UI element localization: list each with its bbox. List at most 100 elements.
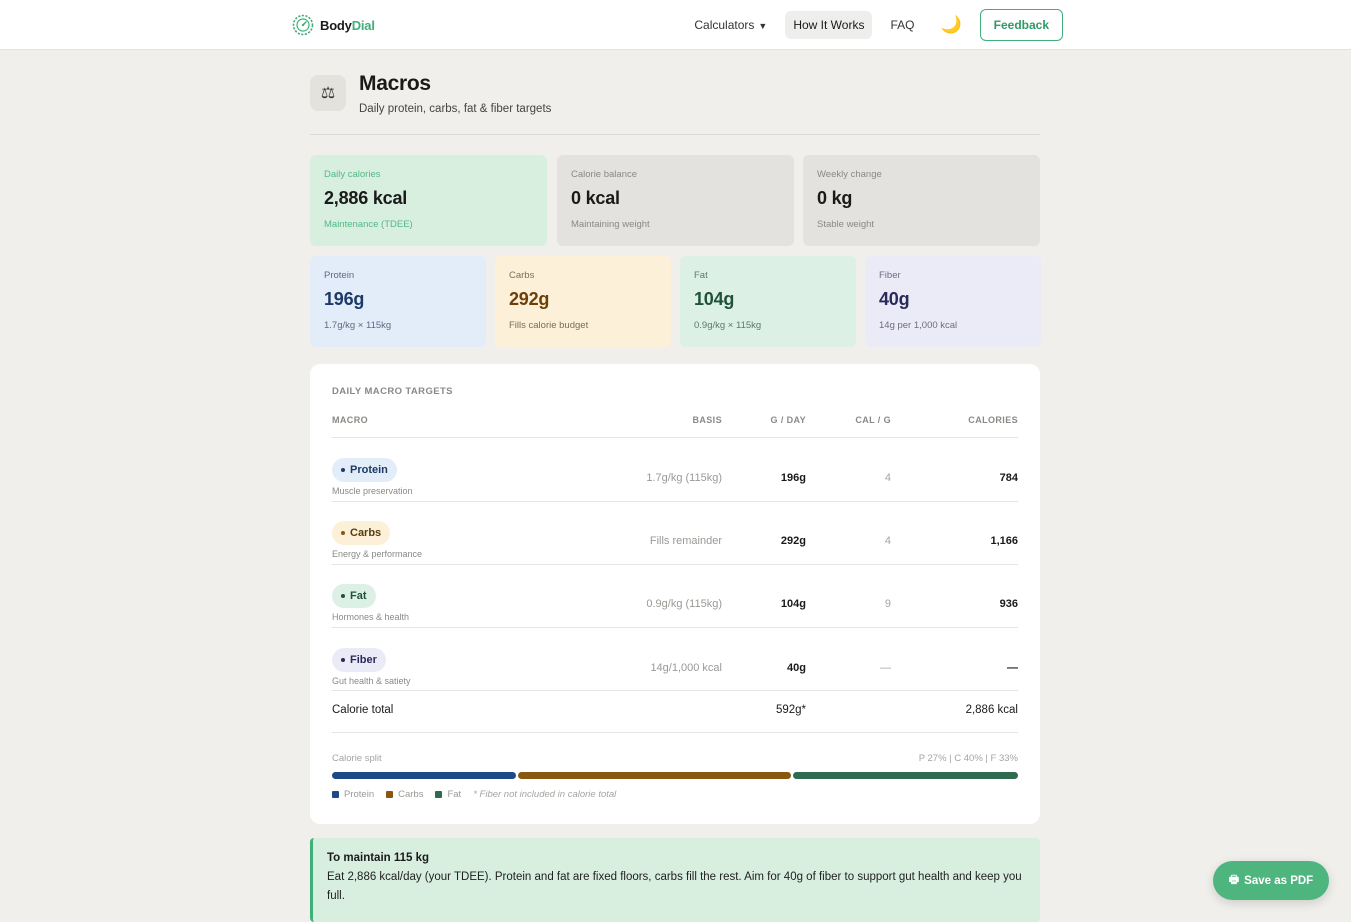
card-value: 0 kcal [571, 188, 620, 208]
cell-basis: 0.9g/kg (115kg) [646, 598, 722, 610]
fiber-footnote: * Fiber not included in calorie total [473, 789, 617, 800]
brand-logo-link[interactable]: BodyDial [292, 14, 375, 36]
table-row: Fiber Gut health & satiety 14g/1,000 kca… [310, 638, 1040, 701]
cell-basis: 14g/1,000 kcal [650, 662, 722, 674]
divider [332, 437, 1018, 438]
col-header-macro: MACRO [332, 415, 368, 425]
card-label: Fiber [879, 270, 901, 281]
card-note: 1.7g/kg × 115kg [324, 320, 392, 331]
pill-label: Fiber [350, 654, 377, 666]
fat-card: Fat 104g 0.9g/kg × 115kg [680, 256, 856, 347]
panel-title: DAILY MACRO TARGETS [332, 386, 453, 397]
card-note: Maintaining weight [571, 219, 650, 230]
split-segment-protein [332, 772, 517, 779]
divider [332, 732, 1018, 733]
card-note: Stable weight [817, 219, 875, 230]
split-segment-carbs [518, 772, 791, 779]
macro-pill-carbs: Carbs [332, 521, 391, 545]
calorie-balance-card: Calorie balance 0 kcal Maintaining weigh… [557, 155, 794, 246]
cell-cal-per-g: 4 [884, 472, 891, 484]
dot-icon [341, 658, 345, 662]
cell-basis: Fills remainder [649, 535, 722, 547]
legend-item-carbs: Carbs [386, 789, 423, 800]
calorie-total-grams: 592g* [775, 704, 806, 716]
divider [332, 501, 1018, 502]
top-navbar: BodyDial Calculators ▼ How It Works FAQ 🌙… [0, 0, 1351, 50]
fiber-card: Fiber 40g 14g per 1,000 kcal [865, 256, 1041, 347]
pill-label: Carbs [350, 527, 382, 539]
dot-icon [341, 468, 345, 472]
col-header-grams: G / DAY [770, 415, 806, 425]
cell-grams: 40g [787, 662, 806, 674]
legend-item-protein: Protein [332, 789, 374, 800]
legend-swatch [332, 791, 339, 798]
card-note: 0.9g/kg × 115kg [694, 320, 762, 331]
cell-grams: 196g [780, 472, 806, 484]
macro-targets-panel: DAILY MACRO TARGETS MACRO BASIS G / DAY … [310, 364, 1040, 824]
feedback-button[interactable]: Feedback [979, 9, 1063, 41]
nav-calculators-dropdown[interactable]: Calculators ▼ [686, 11, 775, 39]
row-description: Gut health & satiety [332, 676, 411, 686]
nav-calculators-label: Calculators [694, 18, 755, 32]
cell-cal-per-g: — [880, 662, 891, 674]
calorie-total-calories: 2,886 kcal [965, 704, 1018, 716]
card-label: Daily calories [324, 169, 381, 180]
row-description: Muscle preservation [332, 486, 413, 496]
divider [332, 564, 1018, 565]
pill-label: Fat [350, 590, 367, 602]
card-label: Calorie balance [571, 169, 638, 180]
cell-calories: — [1007, 662, 1018, 674]
split-legend: Protein Carbs Fat * Fiber not included i… [332, 789, 616, 800]
carbs-card: Carbs 292g Fills calorie budget [495, 256, 671, 347]
moon-icon[interactable]: 🌙 [932, 15, 969, 35]
legend-label: Carbs [398, 789, 424, 800]
save-as-pdf-button[interactable]: 🖶 Save as PDF [1213, 861, 1329, 900]
cell-calories: 1,166 [990, 535, 1018, 547]
nav-how-it-works[interactable]: How It Works [785, 11, 873, 39]
cell-cal-per-g: 9 [884, 598, 891, 610]
card-note: 14g per 1,000 kcal [879, 320, 958, 331]
dot-icon [341, 594, 345, 598]
split-segment-fat [792, 772, 1018, 779]
card-label: Fat [694, 270, 708, 281]
legend-item-fat: Fat [435, 789, 461, 800]
nav-faq[interactable]: FAQ [882, 11, 922, 39]
col-header-basis: BASIS [692, 415, 722, 425]
page-subtitle: Daily protein, carbs, fat & fiber target… [359, 103, 552, 115]
col-header-calories: CALORIES [968, 415, 1018, 425]
cell-cal-per-g: 4 [884, 535, 891, 547]
calorie-split-label: Calorie split [332, 753, 382, 764]
cell-calories: 784 [999, 472, 1018, 484]
cell-grams: 104g [780, 598, 806, 610]
card-value: 40g [879, 289, 910, 309]
dial-gauge-icon [292, 14, 314, 36]
divider [332, 690, 1018, 691]
col-header-cal-per-g: CAL / G [855, 415, 891, 425]
row-description: Energy & performance [332, 549, 423, 559]
row-description: Hormones & health [332, 612, 410, 622]
cell-calories: 936 [999, 598, 1018, 610]
pill-label: Protein [350, 464, 388, 476]
page-header: ⚖ Macros Daily protein, carbs, fat & fib… [310, 72, 1040, 135]
page-title: Macros [359, 72, 431, 95]
calorie-split-summary: P 27% | C 40% | F 33% [918, 753, 1018, 764]
card-label: Weekly change [817, 169, 882, 180]
weekly-change-card: Weekly change 0 kg Stable weight [803, 155, 1040, 246]
card-value: 196g [324, 289, 365, 309]
legend-swatch [386, 791, 394, 798]
main-nav: Calculators ▼ How It Works FAQ 🌙 Feedback [686, 9, 1063, 41]
legend-label: Protein [344, 789, 375, 800]
macro-pill-protein: Protein [332, 458, 397, 482]
brand-name-part1: Body [320, 17, 352, 33]
card-note: Fills calorie budget [509, 320, 589, 331]
card-note: Maintenance (TDEE) [324, 219, 413, 230]
summary-text: Eat 2,886 kcal/day (your TDEE). Protein … [327, 871, 1022, 902]
legend-swatch [435, 791, 443, 798]
card-value: 0 kg [817, 188, 853, 208]
printer-icon: 🖶 [1228, 874, 1240, 886]
cell-basis: 1.7g/kg (115kg) [646, 472, 722, 484]
card-value: 292g [509, 289, 550, 309]
card-label: Carbs [509, 270, 535, 281]
card-label: Protein [324, 270, 355, 281]
card-value: 2,886 kcal [324, 188, 408, 208]
